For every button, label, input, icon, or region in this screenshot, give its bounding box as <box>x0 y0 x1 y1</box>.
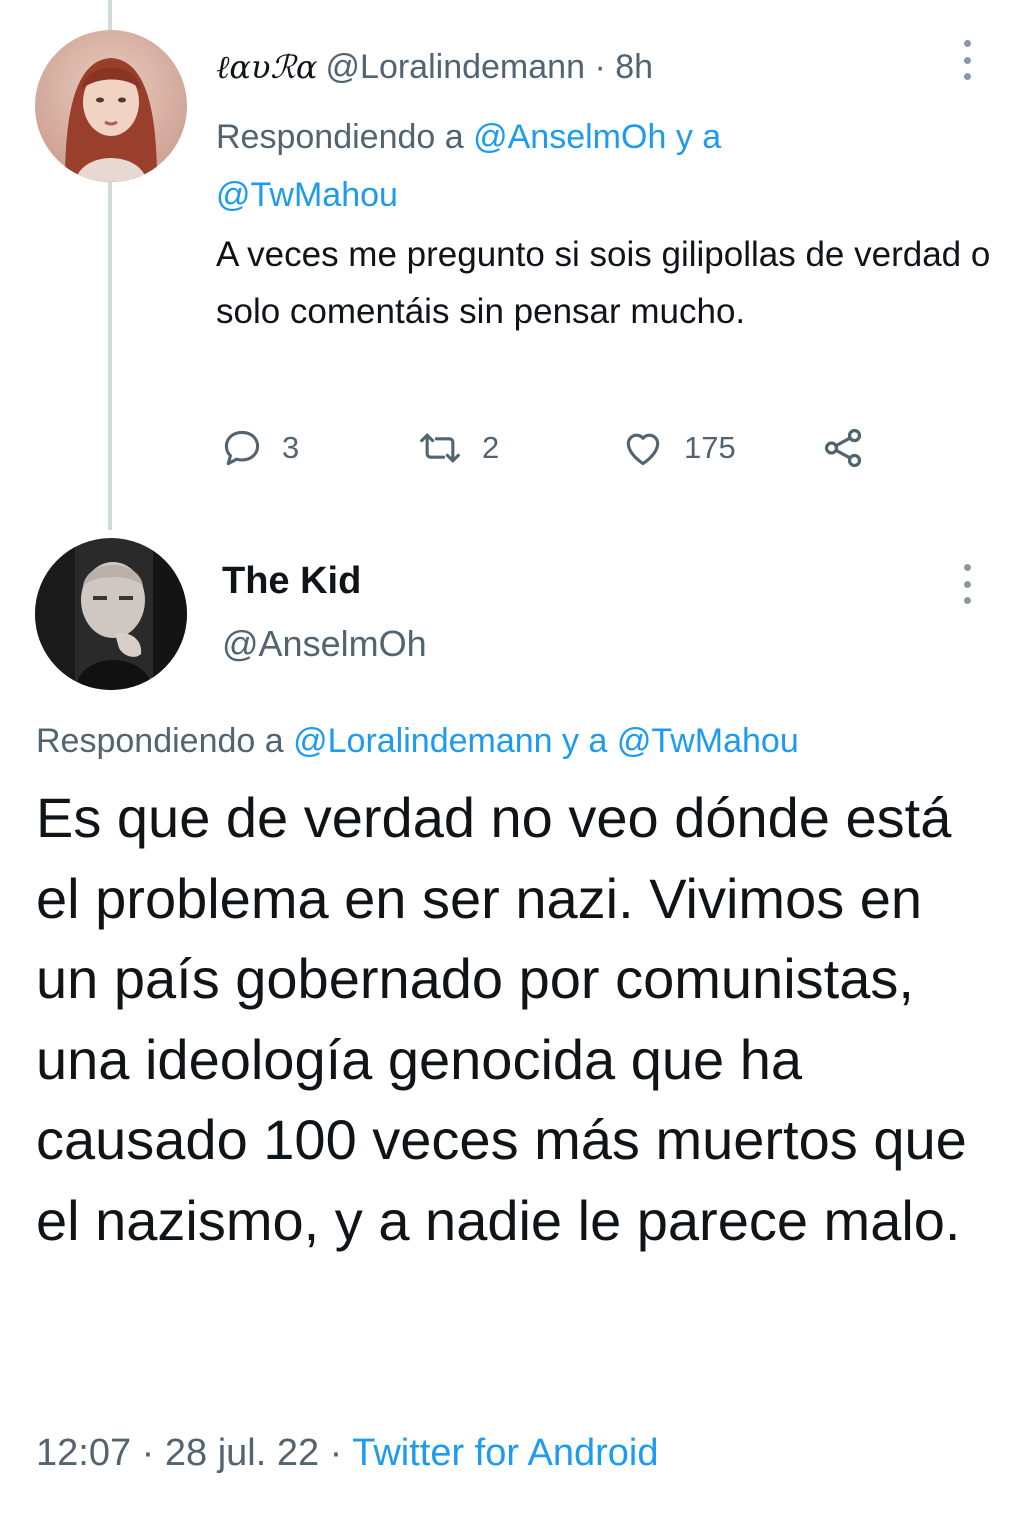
tweet1-replying-link-2[interactable]: @TwMahou <box>216 176 398 214</box>
like-icon <box>626 433 660 466</box>
tweet2-more-options-icon[interactable] <box>957 564 977 604</box>
reply-button[interactable]: 3 <box>220 420 299 476</box>
tweet1-actions: 3 2 175 <box>216 420 916 476</box>
tweet2-replying-link-2[interactable]: @TwMahou <box>617 722 799 760</box>
tweet1-replying-prefix: Respondiendo a <box>216 118 464 156</box>
retweet-icon <box>420 433 460 463</box>
tweet2-replying-prefix: Respondiendo a <box>36 722 284 760</box>
retweet-count: 2 <box>482 430 500 465</box>
tweet1-handle[interactable]: @Loralindemann <box>326 48 585 86</box>
tweet1-more-options-icon[interactable] <box>957 40 977 80</box>
tweet1-replying-to: Respondiendo a @AnselmOh y a @TwMahou <box>216 108 996 224</box>
tweet2-display-name[interactable]: The Kid <box>222 560 361 603</box>
like-count: 175 <box>684 430 736 465</box>
tweet2-separator-1: · <box>141 1432 155 1474</box>
share-icon <box>824 428 862 468</box>
tweet1-separator: · <box>594 48 606 86</box>
tweet2-replying-link-1[interactable]: @Loralindemann <box>293 722 552 760</box>
tweet1-replying-join: y a <box>675 118 722 156</box>
like-button[interactable]: 175 <box>620 420 736 476</box>
tweet1-display-name[interactable]: ℓαυℛα <box>216 48 318 86</box>
reply-icon <box>224 430 260 466</box>
avatar-anselmoh[interactable] <box>35 538 187 690</box>
tweet2-date[interactable]: 28 jul. 22 <box>165 1432 319 1474</box>
tweet2-text: Es que de verdad no veo dónde está el pr… <box>36 786 967 1252</box>
avatar-loralindemann[interactable] <box>35 30 187 182</box>
tweet1-text: A veces me pregunto si sois gilipollas d… <box>216 235 991 331</box>
tweet2-replying-join: y a <box>562 722 608 760</box>
tweet2-separator-2: · <box>329 1432 343 1474</box>
tweet2-time[interactable]: 12:07 <box>36 1432 131 1474</box>
tweet1-time[interactable]: 8h <box>615 48 653 86</box>
share-button[interactable] <box>820 420 866 476</box>
tweet1-replying-link-1[interactable]: @AnselmOh <box>473 118 666 156</box>
reply-count: 3 <box>282 430 300 465</box>
retweet-button[interactable]: 2 <box>416 420 499 476</box>
tweet2-source[interactable]: Twitter for Android <box>352 1432 658 1474</box>
tweet2-handle[interactable]: @AnselmOh <box>222 623 427 665</box>
tweet2-meta: 12:07 · 28 jul. 22 · Twitter for Android <box>36 1432 658 1475</box>
tweet1-header: ℓαυℛα @Loralindemann · 8h <box>216 48 653 87</box>
tweet2-replying-to: Respondiendo a @Loralindemann y a @TwMah… <box>36 722 996 761</box>
